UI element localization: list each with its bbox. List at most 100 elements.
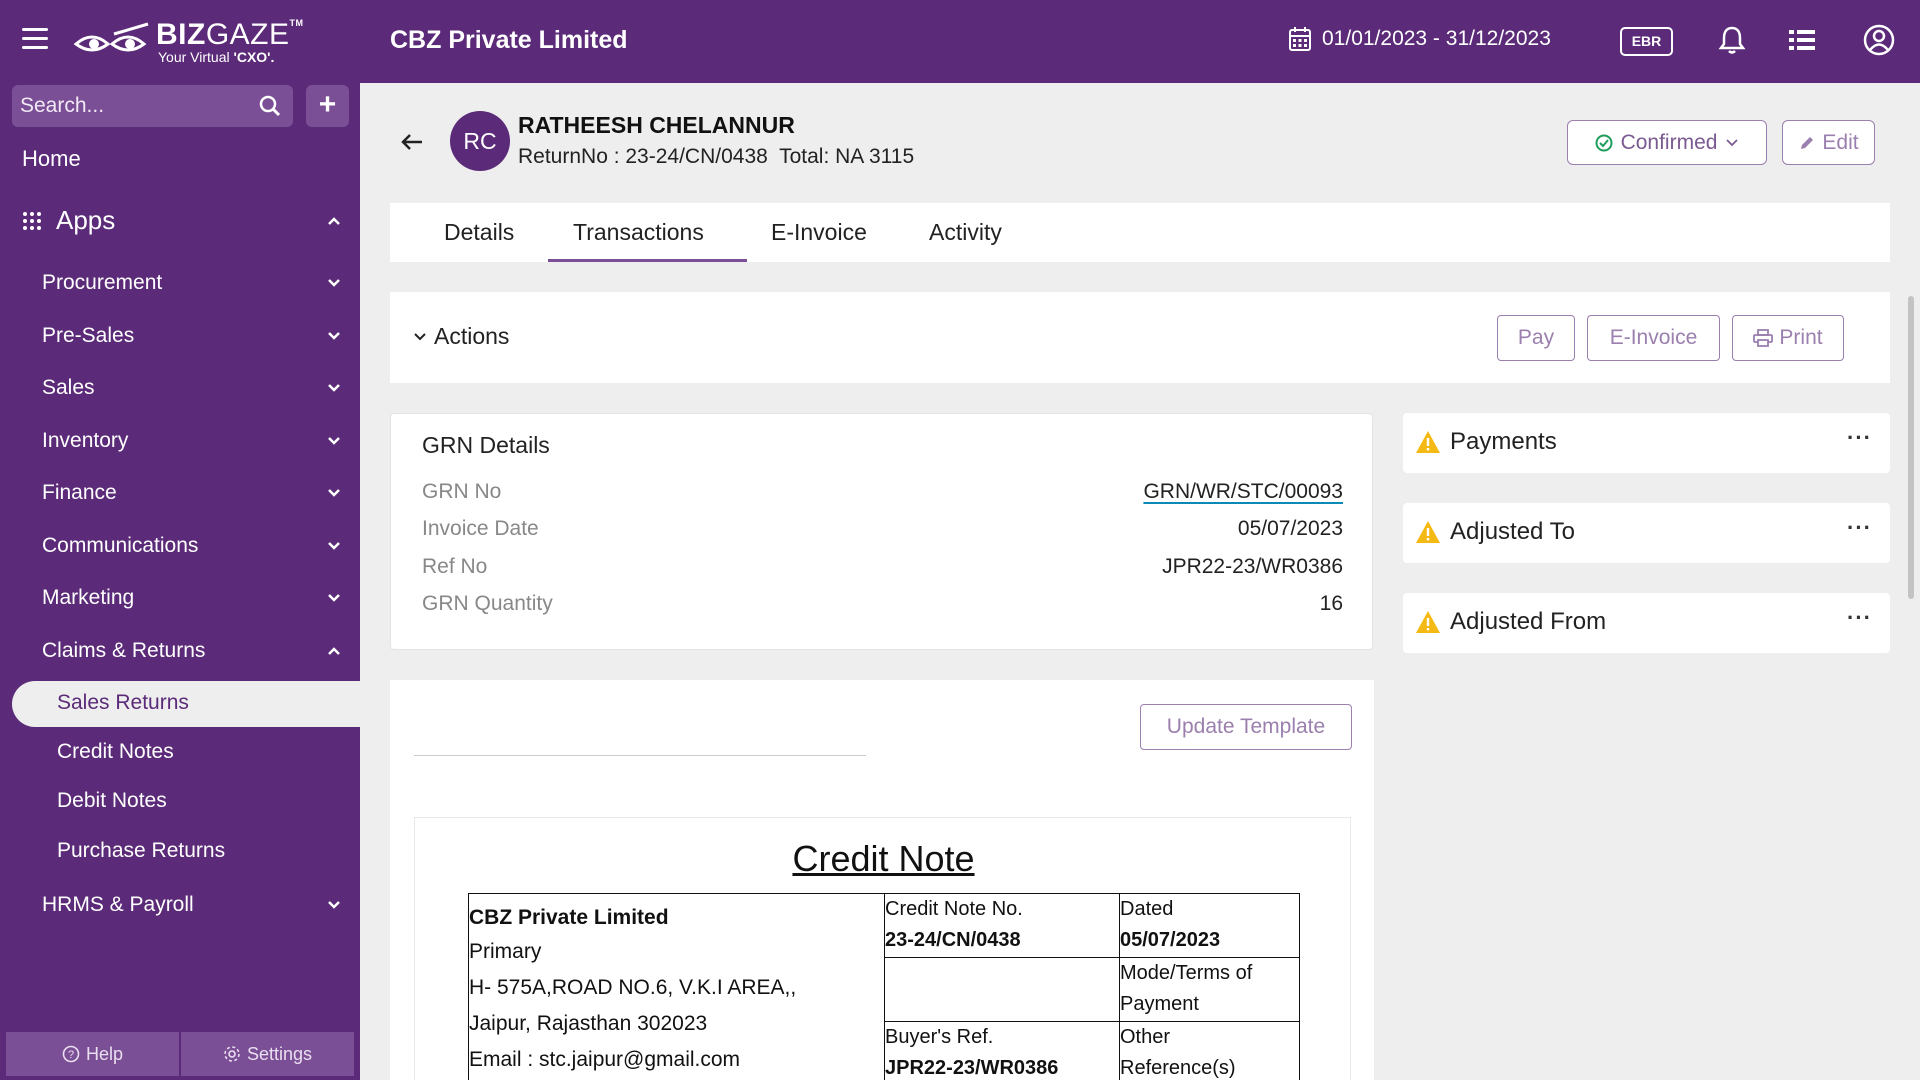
svg-text:?: ?: [68, 1049, 74, 1061]
more-options-icon[interactable]: ···: [1847, 605, 1872, 631]
sidebar-item-finance[interactable]: Finance: [42, 481, 342, 505]
sidebar-item-procurement[interactable]: Procurement: [42, 271, 342, 295]
chevron-down-icon: [328, 437, 340, 445]
sidebar-item-hrms-payroll[interactable]: HRMS & Payroll: [42, 893, 342, 917]
tab-activity[interactable]: Activity: [929, 219, 1002, 246]
sidebar-subitem-credit-notes[interactable]: Credit Notes: [57, 740, 174, 764]
update-template-button[interactable]: Update Template: [1140, 704, 1352, 750]
actions-panel: Actions Pay E-Invoice Print: [390, 292, 1890, 383]
customer-name: RATHEESH CHELANNUR: [518, 112, 795, 138]
sidebar-item-pre-sales[interactable]: Pre-Sales: [42, 324, 342, 348]
more-options-icon[interactable]: ···: [1847, 515, 1872, 541]
search-icon[interactable]: [259, 95, 281, 117]
other-references-label-2: Reference(s): [1120, 1057, 1236, 1079]
sidebar-item-home[interactable]: Home: [22, 146, 81, 172]
actions-toggle[interactable]: Actions: [412, 323, 509, 350]
status-dropdown[interactable]: Confirmed: [1567, 120, 1767, 165]
sidebar-bottom-bar: ? Help Settings: [6, 1032, 354, 1076]
grn-no-label: GRN No: [422, 480, 502, 503]
buyers-ref-label: Buyer's Ref.: [885, 1026, 994, 1048]
list-icon[interactable]: [1785, 23, 1819, 57]
top-bar: BIZGAZETM Your Virtual 'CXO'. CBZ Privat…: [0, 0, 1920, 83]
chevron-down-icon: [328, 384, 340, 392]
adjusted-from-card[interactable]: Adjusted From ···: [1403, 593, 1890, 653]
back-arrow-icon[interactable]: [398, 128, 426, 156]
dated-label: Dated: [1120, 898, 1174, 920]
more-options-icon[interactable]: ···: [1847, 425, 1872, 451]
help-label: Help: [85, 1043, 124, 1064]
search-input[interactable]: [20, 85, 260, 127]
sidebar-subitem-label: Sales Returns: [57, 691, 189, 714]
invoice-date-label: Invoice Date: [422, 517, 539, 540]
edit-button[interactable]: Edit: [1782, 120, 1875, 165]
grn-quantity-value: 16: [1319, 592, 1343, 615]
invoice-date-value: 05/07/2023: [1237, 517, 1343, 540]
apps-grid-icon: [23, 211, 41, 230]
sidebar-item-sales[interactable]: Sales: [42, 376, 342, 400]
ebr-button[interactable]: EBR: [1620, 27, 1673, 56]
adjusted-to-card[interactable]: Adjusted To ···: [1403, 503, 1890, 563]
warning-icon: [1416, 611, 1440, 633]
sidebar-subitem-debit-notes[interactable]: Debit Notes: [57, 789, 167, 813]
adjusted-to-title: Adjusted To: [1450, 518, 1575, 545]
sidebar-subitem-purchase-returns[interactable]: Purchase Returns: [57, 839, 225, 863]
sidebar-item-marketing[interactable]: Marketing: [42, 586, 342, 610]
e-invoice-button[interactable]: E-Invoice: [1587, 315, 1720, 361]
date-range-text: 01/01/2023 - 31/12/2023: [1322, 27, 1551, 50]
document-title: Credit Note: [792, 838, 975, 879]
bizgaze-logo[interactable]: BIZGAZETM Your Virtual 'CXO'.: [72, 16, 303, 66]
user-account-icon[interactable]: [1862, 23, 1896, 57]
chevron-down-icon: [328, 901, 340, 909]
chevron-down-icon: [328, 489, 340, 497]
add-button[interactable]: +: [306, 85, 349, 127]
sidebar-subitem-sales-returns[interactable]: Sales Returns: [12, 681, 360, 727]
sidebar: + Home Apps Procurement Pre-Sales Sales …: [0, 83, 360, 1080]
return-summary: ReturnNo : 23-24/CN/0438 Total: NA 3115: [518, 145, 915, 168]
sidebar-item-label: Finance: [42, 481, 117, 504]
search-box: [12, 85, 293, 127]
sidebar-item-claims-returns[interactable]: Claims & Returns: [42, 639, 342, 663]
other-references-label-1: Other: [1120, 1026, 1171, 1048]
sidebar-item-label: Sales: [42, 376, 95, 399]
sidebar-item-label: Inventory: [42, 429, 129, 452]
avatar: RC: [450, 111, 510, 171]
sidebar-item-label: Marketing: [42, 586, 135, 609]
seller-line: Jaipur, Rajasthan 302023: [469, 1012, 708, 1035]
tagline-prefix: Your Virtual: [158, 49, 234, 65]
date-range-picker[interactable]: 01/01/2023 - 31/12/2023: [1288, 26, 1551, 52]
grn-details-title: GRN Details: [422, 432, 550, 458]
payments-card[interactable]: Payments ···: [1403, 413, 1890, 473]
vertical-scrollbar[interactable]: [1908, 296, 1914, 599]
print-button[interactable]: Print: [1732, 315, 1844, 361]
buyers-ref-value: JPR22-23/WR0386: [885, 1057, 1059, 1079]
tab-transactions[interactable]: Transactions: [573, 219, 704, 246]
tab-e-invoice[interactable]: E-Invoice: [771, 219, 867, 246]
actions-label: Actions: [434, 323, 510, 349]
grn-no-link[interactable]: GRN/WR/STC/00093: [1143, 480, 1343, 504]
document-preview-card: Update Template Credit Note CBZ Private …: [390, 680, 1374, 1080]
sidebar-apps-header[interactable]: Apps: [22, 205, 342, 236]
sidebar-item-label: Claims & Returns: [42, 639, 206, 662]
logo-main: BIZ: [156, 18, 206, 51]
tabs-bar: Details Transactions E-Invoice Activity: [390, 203, 1890, 262]
bell-icon[interactable]: [1715, 23, 1749, 57]
logo-thin: GAZE: [205, 18, 290, 51]
credit-note-no-cell: Credit Note No. 23-24/CN/0438: [884, 893, 1120, 958]
tab-details[interactable]: Details: [444, 219, 514, 246]
sidebar-item-label: Communications: [42, 534, 199, 557]
chevron-down-icon: [328, 542, 340, 550]
menu-icon[interactable]: [22, 28, 48, 50]
help-button[interactable]: ? Help: [6, 1032, 181, 1076]
credit-note-no-value: 23-24/CN/0438: [885, 929, 1021, 951]
settings-button[interactable]: Settings: [181, 1032, 354, 1076]
seller-line: Primary: [469, 940, 542, 963]
company-name[interactable]: CBZ Private Limited: [390, 26, 628, 55]
pay-button[interactable]: Pay: [1497, 315, 1575, 361]
settings-label: Settings: [246, 1043, 313, 1064]
dated-cell: Dated 05/07/2023: [1119, 893, 1300, 958]
sidebar-item-communications[interactable]: Communications: [42, 534, 342, 558]
empty-cell: [884, 957, 1120, 1022]
sidebar-item-inventory[interactable]: Inventory: [42, 429, 342, 453]
chevron-down-icon: [328, 594, 340, 602]
mode-terms-label-1: Mode/Terms of: [1120, 962, 1253, 984]
